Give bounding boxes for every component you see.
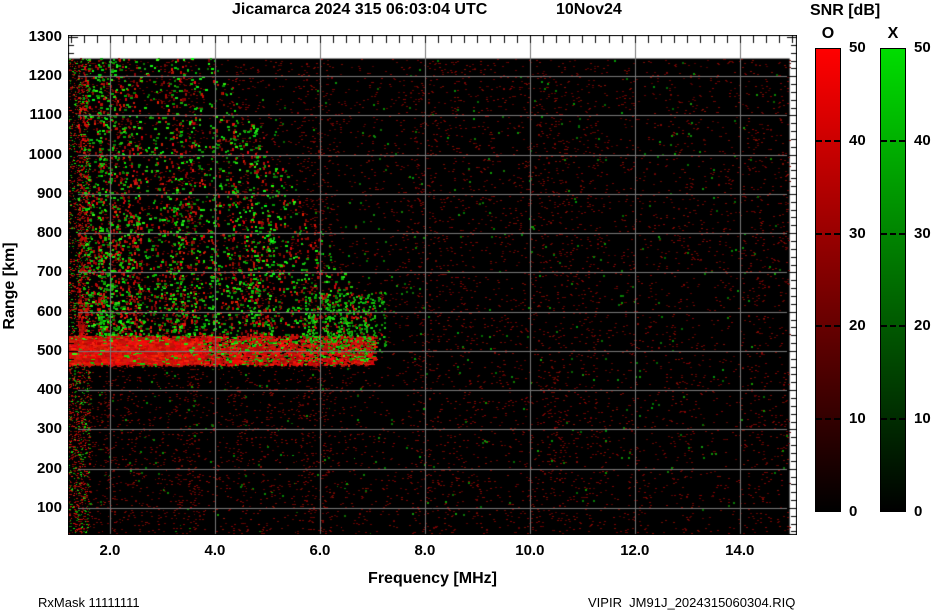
footer-rxmask: RxMask 11111111 [38,595,140,610]
y-tick-label-1100: 1100 [29,106,62,124]
ionogram-figure: Jicamarca 2024 315 06:03:04 UTC 10Nov24 … [0,0,932,614]
colorbar-tick-label-X-40: 40 [914,131,931,149]
colorbar-tick-dash [881,418,905,421]
colorbar-tick-label-O-10: 10 [849,410,866,428]
y-tick-label-500: 500 [36,341,62,359]
colorbar-tick-dash [881,232,905,235]
colorbar-tick-label-X-30: 30 [914,224,931,242]
figure-date: 10Nov24 [556,1,622,18]
colorbar-tick-dash [881,139,905,142]
colorbar-tick-dash [816,418,840,421]
colorbar-tick-label-X-0: 0 [914,503,923,520]
y-tick-label-900: 900 [36,184,62,202]
x-tick-label-4.0: 4.0 [204,542,226,559]
colorbar-tick-label-X-10: 10 [914,410,931,428]
x-tick-label-8.0: 8.0 [414,542,436,559]
colorbar-tick-dash [816,232,840,235]
colorbar-tick-label-O-20: 20 [849,317,866,335]
y-tick-label-300: 300 [36,420,62,438]
colorbar-tick-dash [816,325,840,328]
colorbar-title: SNR [dB] [810,2,881,19]
colorbar-tick-label-O-40: 40 [849,131,866,149]
footer-filename: VIPIR JM91J_2024315060304.RIQ [588,595,796,610]
y-tick-label-700: 700 [36,263,62,281]
colorbar-x-gradient [880,48,906,512]
y-axis-label: Range [km] [1,242,18,330]
colorbar-tick-label-O-0: 0 [849,503,858,520]
colorbar-o-gradient [815,48,841,512]
x-tick-label-6.0: 6.0 [309,542,331,559]
x-tick-label-10.0: 10.0 [515,542,545,559]
colorbar-x-label: X [887,25,899,42]
x-axis-label: Frequency [MHz] [368,570,497,587]
colorbar-tick-label-X-50: 50 [914,39,931,56]
y-tick-label-400: 400 [36,381,62,399]
colorbar-tick-label-O-30: 30 [849,224,866,242]
colorbar-tick-label-X-20: 20 [914,317,931,335]
colorbar-o-label: O [821,25,835,42]
y-tick-label-800: 800 [36,224,62,242]
colorbar-tick-dash [881,325,905,328]
y-tick-label-600: 600 [36,302,62,320]
ionogram-plot [68,35,797,535]
y-tick-label-1000: 1000 [28,145,62,163]
y-tick-label-1200: 1200 [28,67,62,85]
x-tick-label-12.0: 12.0 [620,542,650,559]
y-tick-label-200: 200 [36,459,62,477]
figure-title: Jicamarca 2024 315 06:03:04 UTC [232,1,488,18]
x-tick-label-14.0: 14.0 [725,542,755,559]
y-tick-label-1300: 1300 [28,27,62,45]
y-tick-label-100: 100 [36,498,62,516]
x-tick-label-2.0: 2.0 [99,542,121,559]
colorbar-tick-dash [816,139,840,142]
colorbar-tick-label-O-50: 50 [849,39,866,56]
